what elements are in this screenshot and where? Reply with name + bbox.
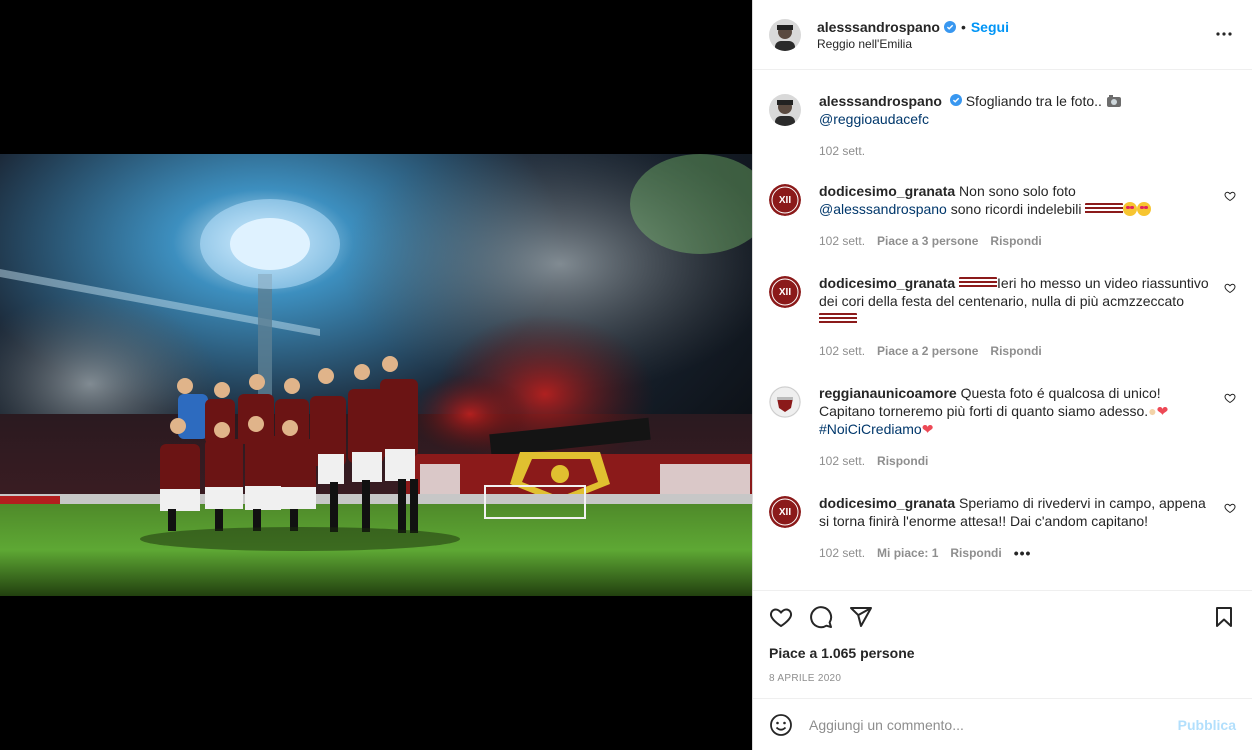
person-photo-icon xyxy=(769,94,801,126)
comment-item: XII dodicesimo_granata Speriamo di rived… xyxy=(769,494,1236,562)
verified-badge-icon xyxy=(943,20,956,33)
stadium-photo-illustration xyxy=(0,154,752,596)
commenter-username[interactable]: dodicesimo_granata xyxy=(819,275,955,291)
svg-text:XII: XII xyxy=(779,195,791,206)
post-location[interactable]: Reggio nell'Emilia xyxy=(817,37,1236,51)
comment-options-button[interactable]: ••• xyxy=(1014,544,1032,562)
comment-input[interactable]: Aggiungi un commento... xyxy=(809,717,1178,733)
comment-time[interactable]: 102 sett. xyxy=(819,544,865,562)
flag-emoji-icon xyxy=(1085,203,1124,215)
person-photo-icon xyxy=(769,18,801,51)
save-bookmark-icon[interactable] xyxy=(1212,605,1236,629)
heart-eyes-emoji-icon xyxy=(1123,202,1138,216)
comment-item: reggianaunicoamore Questa foto é qualcos… xyxy=(769,384,1236,470)
red-heart-emoji-icon: ❤ xyxy=(921,421,934,437)
commenter-username[interactable]: reggianaunicoamore xyxy=(819,385,957,401)
comment-likes[interactable]: Mi piace: 1 xyxy=(877,544,938,562)
like-comment-heart-icon[interactable] xyxy=(1224,392,1236,404)
comment-time[interactable]: 102 sett. xyxy=(819,232,865,250)
follow-button[interactable]: Segui xyxy=(971,19,1009,35)
publish-button[interactable]: Pubblica xyxy=(1178,717,1236,733)
like-comment-heart-icon[interactable] xyxy=(1224,190,1236,202)
comment-mention[interactable]: @alesssandrospano xyxy=(819,201,947,217)
post-date[interactable]: 8 APRILE 2020 xyxy=(753,673,1252,684)
commenter-username[interactable]: dodicesimo_granata xyxy=(819,495,955,511)
team-photo[interactable] xyxy=(0,154,752,596)
comment-item: XII dodicesimo_granata Non sono solo fot… xyxy=(769,182,1236,250)
header-separator: • xyxy=(960,18,966,35)
verified-badge-icon xyxy=(949,94,962,106)
commenter-username[interactable]: dodicesimo_granata xyxy=(819,183,955,199)
reply-button[interactable]: Rispondi xyxy=(950,544,1001,562)
reply-button[interactable]: Rispondi xyxy=(877,452,928,470)
post-header: alesssandrospano • Segui Reggio nell'Emi… xyxy=(753,0,1252,70)
svg-text:XII: XII xyxy=(779,287,791,298)
comment-time[interactable]: 102 sett. xyxy=(819,342,865,360)
caption: alesssandrospano Sfogliando tra le foto.… xyxy=(769,92,1236,160)
like-comment-heart-icon[interactable] xyxy=(1224,282,1236,294)
flag-emoji-icon xyxy=(819,313,857,325)
author-username[interactable]: alesssandrospano xyxy=(817,19,940,35)
red-heart-emoji-icon: ❤ xyxy=(1156,403,1169,419)
camera-flash-icon xyxy=(1106,95,1121,107)
like-comment-heart-icon[interactable] xyxy=(1224,502,1236,514)
commenter-avatar[interactable]: XII xyxy=(769,496,801,528)
comment-likes[interactable]: Piace a 2 persone xyxy=(877,342,978,360)
comment-likes[interactable]: Piace a 3 persone xyxy=(877,232,978,250)
club-logo-icon: XII xyxy=(769,276,801,308)
flexed-arm-emoji-icon: ● xyxy=(1148,403,1157,419)
commenter-avatar[interactable]: XII xyxy=(769,276,801,308)
comment-time[interactable]: 102 sett. xyxy=(819,452,865,470)
instagram-post-modal: alesssandrospano • Segui Reggio nell'Emi… xyxy=(0,0,1252,750)
likes-count[interactable]: Piace a 1.065 persone xyxy=(753,645,1252,661)
post-media xyxy=(0,0,752,750)
commenter-avatar[interactable] xyxy=(769,386,801,418)
post-side-panel: alesssandrospano • Segui Reggio nell'Emi… xyxy=(752,0,1252,750)
reply-button[interactable]: Rispondi xyxy=(990,232,1041,250)
caption-time[interactable]: 102 sett. xyxy=(819,142,865,160)
heart-eyes-emoji-icon xyxy=(1137,202,1152,216)
caption-text: Sfogliando tra le foto.. xyxy=(965,93,1102,109)
ellipsis-icon xyxy=(1216,32,1232,36)
like-heart-icon[interactable] xyxy=(769,605,793,629)
post-actions: Piace a 1.065 persone 8 APRILE 2020 xyxy=(753,590,1252,700)
reply-button[interactable]: Rispondi xyxy=(990,342,1041,360)
club-logo-icon: XII xyxy=(769,496,801,528)
author-avatar[interactable] xyxy=(769,18,801,51)
commenter-avatar[interactable]: XII xyxy=(769,184,801,216)
caption-avatar[interactable] xyxy=(769,94,801,126)
svg-text:XII: XII xyxy=(779,507,791,518)
comment-text-cont: sono ricordi indelebili xyxy=(950,201,1082,217)
comments-list: alesssandrospano Sfogliando tra le foto.… xyxy=(753,70,1252,590)
comment-item: XII dodicesimo_granata Ieri ho messo un … xyxy=(769,274,1236,360)
more-options-button[interactable] xyxy=(1212,22,1236,46)
caption-username[interactable]: alesssandrospano xyxy=(819,93,942,109)
comment-text: Non sono solo foto xyxy=(959,183,1076,199)
add-comment-bar: Aggiungi un commento... Pubblica xyxy=(753,698,1252,750)
comment-bubble-icon[interactable] xyxy=(809,605,833,629)
emoji-smiley-icon[interactable] xyxy=(769,713,793,737)
club-crest-icon xyxy=(769,386,801,418)
flag-emoji-icon xyxy=(959,277,998,289)
caption-mention[interactable]: @reggioaudacefc xyxy=(819,111,929,127)
comment-hashtag[interactable]: #NoiCiCrediamo xyxy=(819,421,922,437)
share-paper-plane-icon[interactable] xyxy=(849,605,873,629)
club-logo-icon: XII xyxy=(769,184,801,216)
